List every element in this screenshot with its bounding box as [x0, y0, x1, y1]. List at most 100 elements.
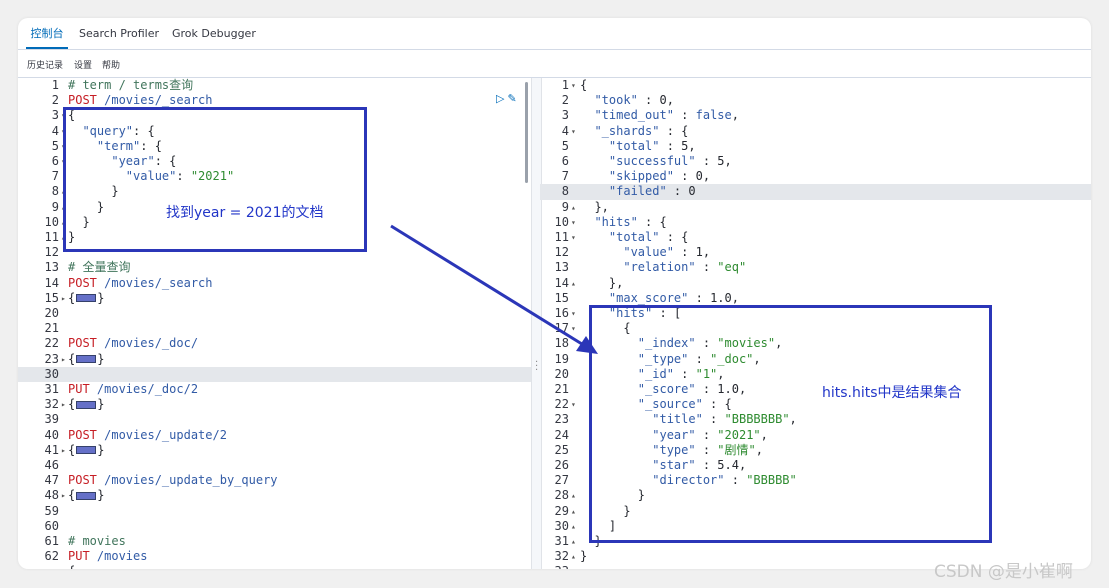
- code-token: {: [68, 290, 76, 305]
- code-token: ,: [731, 290, 739, 305]
- fold-toggle-icon[interactable]: ▴: [571, 200, 579, 215]
- code-line[interactable]: 48 ▸{}: [18, 488, 531, 503]
- line-number: 23: [554, 412, 569, 427]
- code-line[interactable]: {: [18, 564, 531, 569]
- code-line[interactable]: 47 POST /movies/_update_by_query: [18, 473, 531, 488]
- code-line[interactable]: 39: [18, 412, 531, 427]
- fold-toggle-icon[interactable]: ▴: [571, 519, 579, 534]
- fold-toggle-icon[interactable]: ▴: [571, 504, 579, 519]
- code-line[interactable]: 2 "took" : 0,: [540, 93, 1091, 108]
- fold-toggle-icon[interactable]: ▴: [571, 534, 579, 549]
- code-line[interactable]: 1 ▾{: [540, 78, 1091, 93]
- fold-toggle-icon[interactable]: ▾: [571, 321, 579, 336]
- fold-toggle-icon[interactable]: ▾: [571, 397, 579, 412]
- fold-toggle-icon[interactable]: ▴: [571, 549, 579, 564]
- code-token: {: [68, 564, 75, 569]
- code-line[interactable]: 31 PUT /movies/_doc/2: [18, 382, 531, 397]
- help-button[interactable]: 帮助: [102, 58, 120, 71]
- code-line[interactable]: 13 "relation" : "eq": [540, 260, 1091, 275]
- wrench-icon[interactable]: ✎: [507, 92, 516, 105]
- code-line[interactable]: 3 "timed_out" : false,: [540, 108, 1091, 123]
- code-line[interactable]: 32 ▸{}: [18, 397, 531, 412]
- console-toolbar: 历史记录 设置 帮助: [18, 49, 1091, 78]
- code-token: :: [666, 184, 689, 199]
- line-number: 30: [44, 366, 59, 381]
- resizer-handle-icon: · · ·: [535, 357, 539, 376]
- code-line[interactable]: 40 POST /movies/_update/2: [18, 428, 531, 443]
- line-number: 9: [561, 199, 569, 214]
- folded-block-marker[interactable]: [76, 355, 97, 364]
- code-line[interactable]: 12 "value" : 1,: [540, 245, 1091, 260]
- code-line[interactable]: 59: [18, 504, 531, 519]
- code-line[interactable]: 15 ▸{}: [18, 291, 531, 306]
- code-line[interactable]: 30: [18, 366, 531, 382]
- code-line[interactable]: 23 ▸{}: [18, 352, 531, 367]
- code-line[interactable]: 21: [18, 321, 531, 336]
- code-token: : {: [659, 230, 689, 244]
- code-line[interactable]: 10 ▾ "hits" : {: [540, 215, 1091, 230]
- folded-block-marker[interactable]: [76, 446, 97, 455]
- code-token: ,: [702, 169, 711, 184]
- code-token: "successful": [608, 154, 696, 168]
- code-line[interactable]: 62 PUT /movies: [18, 549, 531, 564]
- folded-block-marker[interactable]: [76, 294, 97, 303]
- folded-block-marker[interactable]: [76, 491, 97, 500]
- tab-search-profiler[interactable]: Search Profiler: [79, 18, 159, 49]
- code-text: # term / terms查询: [68, 78, 193, 93]
- tab-console[interactable]: 控制台: [26, 18, 68, 49]
- line-number: 1: [561, 78, 569, 92]
- code-line[interactable]: 22 POST /movies/_doc/: [18, 336, 531, 351]
- code-line[interactable]: 5 "total" : 5,: [540, 139, 1091, 154]
- code-token: ,: [731, 108, 739, 123]
- code-text: {}: [68, 291, 104, 306]
- fold-toggle-icon[interactable]: ▾: [571, 124, 579, 139]
- code-line[interactable]: 46: [18, 458, 531, 473]
- line-number: 17: [554, 321, 569, 336]
- code-token: ,: [666, 93, 674, 108]
- code-line[interactable]: 13 # 全量查询: [18, 260, 531, 275]
- settings-button[interactable]: 设置: [74, 58, 92, 71]
- folded-block-marker[interactable]: [76, 400, 97, 409]
- code-text: "max_score" : 1.0,: [580, 291, 739, 306]
- code-line[interactable]: 11 ▾ "total" : {: [540, 230, 1091, 245]
- code-text: "total" : 5,: [580, 139, 696, 154]
- code-line[interactable]: 8 "failed" : 0: [540, 184, 1091, 200]
- code-line[interactable]: 1 # term / terms查询: [18, 78, 531, 93]
- code-text: "successful" : 5,: [580, 154, 732, 169]
- fold-toggle-icon[interactable]: ▾: [571, 215, 579, 230]
- code-line[interactable]: 9 ▴ },: [540, 200, 1091, 215]
- code-line[interactable]: 15 "max_score" : 1.0,: [540, 291, 1091, 306]
- code-line[interactable]: 41 ▸{}: [18, 443, 531, 458]
- tab-grok-debugger[interactable]: Grok Debugger: [172, 18, 256, 49]
- code-token: "skipped": [608, 169, 674, 184]
- code-line[interactable]: 20: [18, 306, 531, 321]
- code-line[interactable]: 6 "successful" : 5,: [540, 154, 1091, 169]
- fold-toggle-icon[interactable]: ▾: [571, 306, 579, 321]
- code-line[interactable]: 14 ▴ },: [540, 276, 1091, 291]
- fold-toggle-icon[interactable]: ▾: [571, 78, 579, 93]
- fold-toggle-icon[interactable]: ▴: [571, 276, 579, 291]
- code-token: "_shards": [594, 123, 660, 138]
- play-icon[interactable]: ▷: [496, 92, 504, 105]
- code-line[interactable]: 60: [18, 519, 531, 534]
- fold-toggle-icon[interactable]: ▴: [571, 488, 579, 503]
- code-token: 1.0: [710, 290, 732, 305]
- history-button[interactable]: 历史记录: [27, 58, 63, 71]
- code-line[interactable]: 4 ▾ "_shards" : {: [540, 124, 1091, 139]
- line-number: 11: [554, 230, 569, 244]
- code-token: }: [97, 351, 105, 366]
- code-text: "failed" : 0: [580, 184, 696, 199]
- code-token: /movies: [89, 549, 148, 564]
- code-line[interactable]: 7 "skipped" : 0,: [540, 169, 1091, 184]
- line-number: 15: [44, 290, 59, 305]
- editor-scrollbar[interactable]: [525, 82, 528, 183]
- line-number: 3: [51, 108, 59, 123]
- code-token: {: [68, 397, 76, 412]
- code-line[interactable]: 14 POST /movies/_search: [18, 276, 531, 291]
- code-token: :: [673, 169, 696, 184]
- code-line[interactable]: 61 # movies: [18, 534, 531, 549]
- fold-toggle-icon[interactable]: ▾: [571, 230, 579, 245]
- code-token: 0: [695, 169, 703, 184]
